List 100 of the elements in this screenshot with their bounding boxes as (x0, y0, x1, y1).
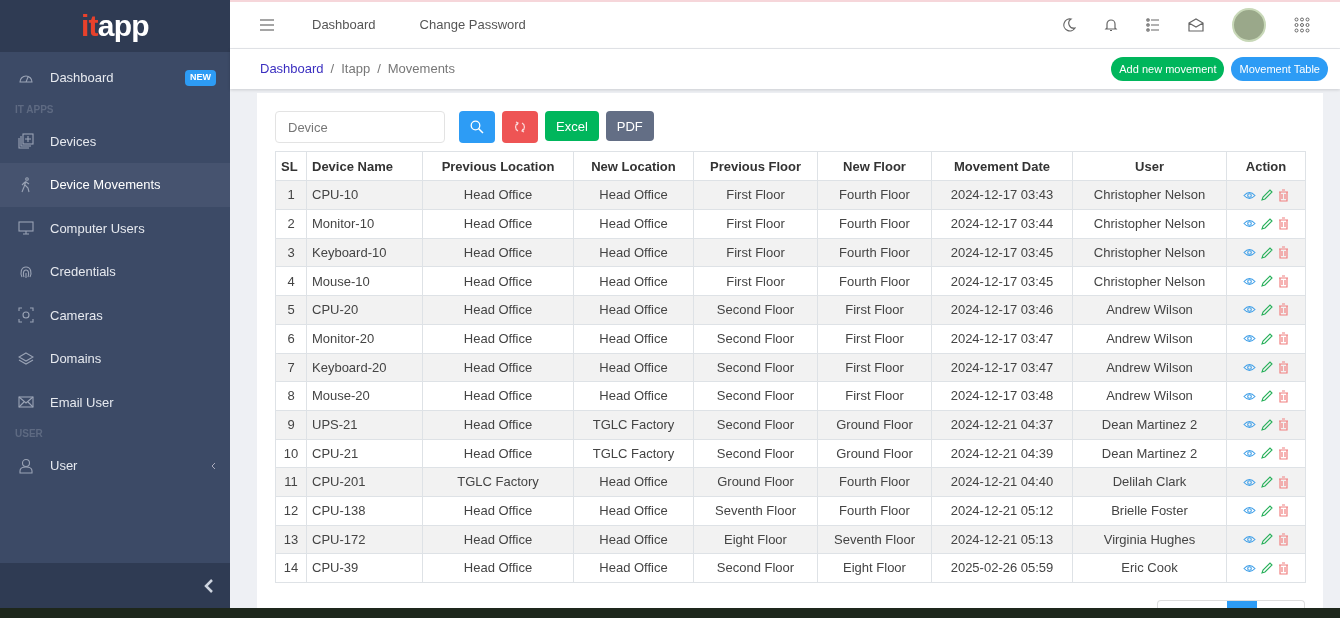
sidebar-item[interactable]: User (0, 444, 230, 488)
logo[interactable]: itapp (81, 11, 149, 41)
trash-icon[interactable] (1278, 303, 1289, 317)
eye-icon[interactable] (1243, 563, 1256, 573)
table-cell: 2024-12-17 03:43 (931, 180, 1073, 210)
table-cell: 8 (275, 381, 307, 411)
table-cell: Christopher Nelson (1072, 180, 1227, 210)
table-cell: CPU-172 (306, 525, 423, 554)
trash-icon[interactable] (1278, 446, 1289, 460)
table-cell: CPU-20 (306, 295, 423, 325)
table-cell: Second Floor (693, 439, 818, 468)
eye-icon[interactable] (1243, 248, 1256, 258)
table-cell: Head Office (573, 353, 694, 382)
pencil-icon[interactable] (1261, 418, 1273, 431)
table-cell: 2024-12-17 03:48 (931, 381, 1073, 411)
eye-icon[interactable] (1243, 334, 1256, 344)
table-cell: First Floor (817, 324, 932, 353)
eye-icon[interactable] (1243, 477, 1256, 487)
breadcrumb-link[interactable]: Dashboard (260, 59, 324, 79)
sidebar-item[interactable]: Devices (0, 119, 230, 163)
table-cell: 14 (275, 553, 307, 583)
table-cell: Head Office (573, 324, 694, 353)
eye-icon[interactable] (1243, 276, 1256, 286)
table-cell: Head Office (573, 266, 694, 296)
trash-icon[interactable] (1278, 389, 1289, 403)
search-icon (470, 120, 484, 135)
pencil-icon[interactable] (1261, 361, 1273, 374)
menu-icon[interactable] (260, 18, 274, 31)
sidebar-item[interactable]: Domains (0, 337, 230, 381)
device-search-field[interactable]: Device (275, 111, 445, 144)
eye-icon[interactable] (1243, 506, 1256, 516)
trash-icon[interactable] (1278, 188, 1289, 202)
eye-icon[interactable] (1243, 420, 1256, 430)
pencil-icon[interactable] (1261, 303, 1273, 316)
eye-icon[interactable] (1243, 219, 1256, 229)
eye-icon[interactable] (1243, 190, 1256, 200)
apps-grid-icon[interactable] (1294, 16, 1310, 33)
trash-icon[interactable] (1278, 532, 1289, 546)
sidebar-item[interactable]: Email User (0, 380, 230, 424)
table-cell: Delilah Clark (1072, 467, 1227, 497)
table-cell: 2024-12-21 05:12 (931, 496, 1073, 526)
nav-link[interactable]: Dashboard (312, 15, 376, 35)
moon-icon[interactable] (1062, 17, 1076, 32)
trash-icon[interactable] (1278, 360, 1289, 374)
eye-icon[interactable] (1243, 362, 1256, 372)
table-cell: First Floor (693, 238, 818, 267)
mail-icon[interactable] (1188, 17, 1204, 32)
trash-icon[interactable] (1278, 274, 1289, 288)
pencil-icon[interactable] (1261, 189, 1273, 202)
pencil-icon[interactable] (1261, 390, 1273, 403)
column-header: Movement Date (931, 151, 1073, 181)
nav-link[interactable]: Change Password (419, 15, 526, 35)
sidebar-item[interactable]: Device Movements (0, 163, 230, 207)
pencil-icon[interactable] (1261, 275, 1273, 288)
search-button[interactable] (459, 111, 495, 144)
pencil-icon[interactable] (1261, 447, 1273, 460)
breadcrumb-link[interactable]: Itapp (341, 59, 371, 79)
list-icon[interactable] (1146, 17, 1160, 32)
table-cell: TGLC Factory (573, 439, 694, 468)
table-cell: Andrew Wilson (1072, 381, 1227, 411)
trash-icon[interactable] (1278, 561, 1289, 575)
pencil-icon[interactable] (1261, 562, 1273, 575)
pencil-icon[interactable] (1261, 246, 1273, 259)
trash-icon[interactable] (1278, 504, 1289, 518)
eye-icon[interactable] (1243, 448, 1256, 458)
table-cell: Monitor-10 (306, 209, 423, 239)
eye-icon[interactable] (1243, 305, 1256, 315)
trash-icon[interactable] (1278, 246, 1289, 260)
table-cell: Head Office (422, 381, 574, 411)
eye-icon[interactable] (1243, 534, 1256, 544)
user-icon (18, 457, 34, 474)
bell-icon[interactable] (1104, 17, 1118, 32)
sidebar-item[interactable]: Credentials (0, 250, 230, 294)
pencil-icon[interactable] (1261, 533, 1273, 546)
table-cell: 4 (275, 266, 307, 296)
pencil-icon[interactable] (1261, 476, 1273, 489)
chevron-left-icon[interactable] (204, 578, 214, 593)
table-cell: 2024-12-21 05:13 (931, 525, 1073, 554)
table-cell: Second Floor (693, 353, 818, 382)
table-cell: Head Office (573, 180, 694, 210)
avatar[interactable] (1232, 7, 1266, 42)
table-cell: Mouse-10 (306, 266, 423, 296)
trash-icon[interactable] (1278, 332, 1289, 346)
pencil-icon[interactable] (1261, 332, 1273, 345)
trash-icon[interactable] (1278, 418, 1289, 432)
table-cell: 11 (275, 467, 307, 497)
table-cell: First Floor (693, 209, 818, 239)
sidebar-item[interactable]: Cameras (0, 293, 230, 337)
sidebar-item[interactable]: Computer Users (0, 206, 230, 250)
trash-icon[interactable] (1278, 475, 1289, 489)
export-button[interactable]: PDF (605, 111, 654, 142)
reset-button[interactable] (502, 111, 538, 144)
eye-icon[interactable] (1243, 391, 1256, 401)
table-cell: 2024-12-17 03:45 (931, 266, 1073, 296)
table-cell: 2024-12-17 03:47 (931, 324, 1073, 353)
pencil-icon[interactable] (1261, 504, 1273, 517)
trash-icon[interactable] (1278, 217, 1289, 231)
table-cell: Eight Floor (817, 553, 932, 583)
sidebar-item[interactable]: Dashboard NEW (0, 56, 230, 100)
pencil-icon[interactable] (1261, 217, 1273, 230)
